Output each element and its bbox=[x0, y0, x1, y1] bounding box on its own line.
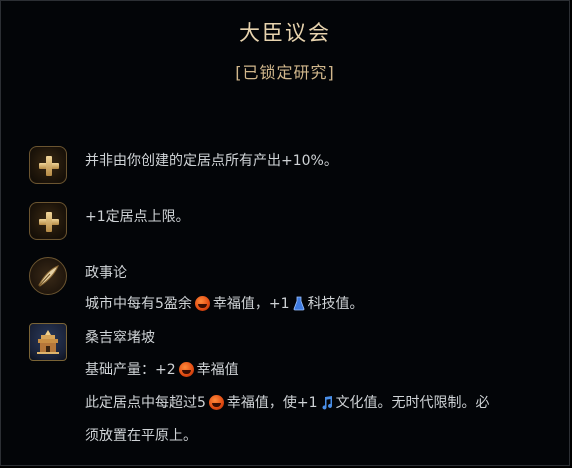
district-text-part: 文化值。无时代限制。必 bbox=[335, 395, 490, 411]
plus-icon bbox=[29, 202, 67, 240]
happiness-icon bbox=[178, 362, 194, 377]
quill-icon-glyph bbox=[38, 265, 59, 287]
palace-icon bbox=[29, 323, 67, 361]
district-text-part: 基础产量：+2 bbox=[85, 362, 176, 378]
district-description-cont: 须放置在平原上。 bbox=[85, 428, 197, 444]
policy-description: 城市中每有5盈余 幸福值，+1 科技值。 bbox=[85, 294, 364, 314]
culture-note-icon bbox=[322, 396, 332, 410]
panel-title: 大臣议会 bbox=[239, 21, 331, 45]
district-base-yield: 基础产量：+2 幸福值 bbox=[85, 360, 239, 380]
district-name: 桑吉窣堵坡 bbox=[85, 330, 155, 346]
tooltip-panel: 大臣议会 [已锁定研究] 并非由你创建的定居点所有产出+10%。 +1定居点上限… bbox=[0, 0, 570, 466]
effect-text: +1定居点上限。 bbox=[85, 209, 190, 225]
quill-icon bbox=[29, 257, 67, 295]
policy-desc-part: 科技值。 bbox=[307, 296, 364, 312]
policy-name: 政事论 bbox=[85, 265, 127, 281]
district-text-part: 此定居点中每超过5 bbox=[85, 395, 206, 411]
policy-desc-part: 幸福值，+1 bbox=[212, 296, 290, 312]
district-description: 此定居点中每超过5 幸福值，使+1 文化值。无时代限制。必 bbox=[85, 393, 490, 413]
panel-subtitle: [已锁定研究] bbox=[235, 63, 335, 82]
district-text-part: 幸福值，使+1 bbox=[226, 395, 318, 411]
policy-desc-part: 城市中每有5盈余 bbox=[85, 296, 192, 312]
plus-icon bbox=[29, 146, 67, 184]
palace-icon-glyph bbox=[37, 330, 59, 354]
effect-text: 并非由你创建的定居点所有产出+10%。 bbox=[85, 153, 338, 169]
happiness-icon bbox=[194, 296, 210, 311]
happiness-icon bbox=[208, 395, 224, 410]
science-flask-icon bbox=[293, 296, 304, 311]
district-text-part: 幸福值 bbox=[196, 362, 239, 378]
